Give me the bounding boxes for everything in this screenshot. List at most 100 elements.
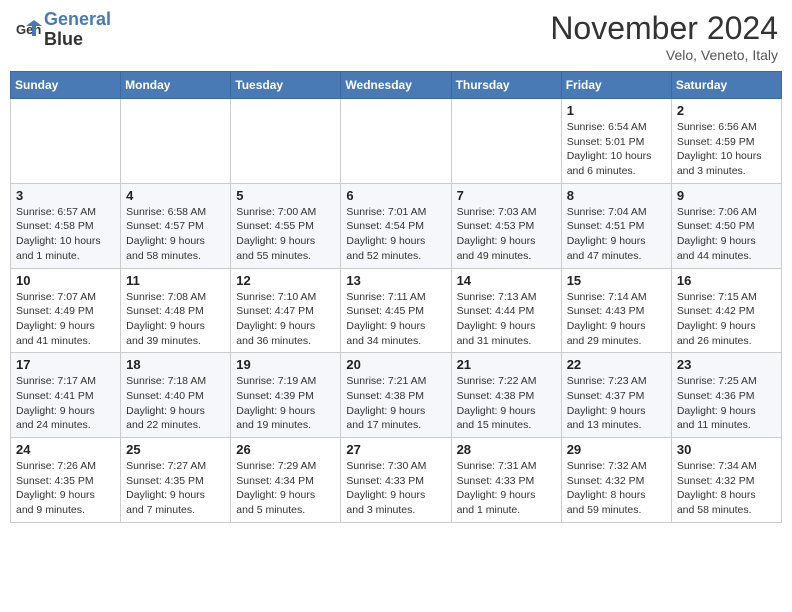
day-info: Sunrise: 7:19 AM Sunset: 4:39 PM Dayligh… (236, 374, 335, 433)
day-number: 13 (346, 273, 445, 288)
weekday-header-monday: Monday (121, 72, 231, 99)
day-number: 24 (16, 442, 115, 457)
calendar-cell: 8Sunrise: 7:04 AM Sunset: 4:51 PM Daylig… (561, 183, 671, 268)
day-number: 18 (126, 357, 225, 372)
calendar-week-5: 24 Sunrise: 7:26 AM Sunset: 4:35 PM Dayli… (11, 438, 782, 523)
day-number: 22 (567, 357, 666, 372)
day-info: Sunrise: 7:00 AM Sunset: 4:55 PM Dayligh… (236, 205, 335, 264)
day-info: Sunrise: 6:58 AM Sunset: 4:57 PM Dayligh… (126, 205, 225, 264)
calendar-cell: 21 Sunrise: 7:22 AM Sunset: 4:38 PM Dayli… (451, 353, 561, 438)
weekday-header-thursday: Thursday (451, 72, 561, 99)
day-info: Sunrise: 7:22 AM Sunset: 4:38 PM Dayligh… (457, 374, 556, 433)
calendar-cell: 26Sunrise: 7:29 AM Sunset: 4:34 PM Dayli… (231, 438, 341, 523)
weekday-header-sunday: Sunday (11, 72, 121, 99)
weekday-header-tuesday: Tuesday (231, 72, 341, 99)
calendar-cell (121, 99, 231, 184)
logo-text: GeneralBlue (44, 10, 111, 50)
calendar-cell: 7 Sunrise: 7:03 AM Sunset: 4:53 PM Daylig… (451, 183, 561, 268)
day-number: 12 (236, 273, 335, 288)
calendar-week-2: 3Sunrise: 6:57 AM Sunset: 4:58 PM Daylig… (11, 183, 782, 268)
calendar-header-row: SundayMondayTuesdayWednesdayThursdayFrid… (11, 72, 782, 99)
weekday-header-saturday: Saturday (671, 72, 781, 99)
calendar-cell: 24 Sunrise: 7:26 AM Sunset: 4:35 PM Dayli… (11, 438, 121, 523)
calendar-cell: 3Sunrise: 6:57 AM Sunset: 4:58 PM Daylig… (11, 183, 121, 268)
day-number: 1 (567, 103, 666, 118)
calendar-cell: 16 Sunrise: 7:15 AM Sunset: 4:42 PM Dayli… (671, 268, 781, 353)
day-info: Sunrise: 7:34 AM Sunset: 4:32 PM Dayligh… (677, 459, 776, 518)
day-number: 3 (16, 188, 115, 203)
day-number: 6 (346, 188, 445, 203)
day-info: Sunrise: 7:03 AM Sunset: 4:53 PM Dayligh… (457, 205, 556, 264)
calendar-cell: 11 Sunrise: 7:08 AM Sunset: 4:48 PM Dayli… (121, 268, 231, 353)
day-info: Sunrise: 7:04 AM Sunset: 4:51 PM Dayligh… (567, 205, 666, 264)
day-info: Sunrise: 6:54 AM Sunset: 5:01 PM Dayligh… (567, 120, 666, 179)
calendar-cell: 4 Sunrise: 6:58 AM Sunset: 4:57 PM Daylig… (121, 183, 231, 268)
calendar-cell: 18Sunrise: 7:18 AM Sunset: 4:40 PM Dayli… (121, 353, 231, 438)
location-subtitle: Velo, Veneto, Italy (550, 47, 778, 63)
month-title: November 2024 (550, 10, 778, 47)
day-info: Sunrise: 7:26 AM Sunset: 4:35 PM Dayligh… (16, 459, 115, 518)
weekday-header-friday: Friday (561, 72, 671, 99)
day-info: Sunrise: 7:07 AM Sunset: 4:49 PM Dayligh… (16, 290, 115, 349)
day-info: Sunrise: 7:21 AM Sunset: 4:38 PM Dayligh… (346, 374, 445, 433)
calendar-cell: 23 Sunrise: 7:25 AM Sunset: 4:36 PM Dayli… (671, 353, 781, 438)
day-number: 16 (677, 273, 776, 288)
calendar-table: SundayMondayTuesdayWednesdayThursdayFrid… (10, 71, 782, 523)
calendar-week-1: 1 Sunrise: 6:54 AM Sunset: 5:01 PM Daylig… (11, 99, 782, 184)
calendar-cell: 22 Sunrise: 7:23 AM Sunset: 4:37 PM Dayli… (561, 353, 671, 438)
calendar-cell: 2 Sunrise: 6:56 AM Sunset: 4:59 PM Daylig… (671, 99, 781, 184)
day-number: 25 (126, 442, 225, 457)
calendar-cell: 15 Sunrise: 7:14 AM Sunset: 4:43 PM Dayli… (561, 268, 671, 353)
day-number: 15 (567, 273, 666, 288)
title-block: November 2024 Velo, Veneto, Italy (550, 10, 778, 63)
day-info: Sunrise: 7:14 AM Sunset: 4:43 PM Dayligh… (567, 290, 666, 349)
day-info: Sunrise: 7:25 AM Sunset: 4:36 PM Dayligh… (677, 374, 776, 433)
day-number: 9 (677, 188, 776, 203)
day-info: Sunrise: 7:01 AM Sunset: 4:54 PM Dayligh… (346, 205, 445, 264)
day-number: 27 (346, 442, 445, 457)
calendar-cell: 1 Sunrise: 6:54 AM Sunset: 5:01 PM Daylig… (561, 99, 671, 184)
calendar-cell: 6 Sunrise: 7:01 AM Sunset: 4:54 PM Daylig… (341, 183, 451, 268)
day-info: Sunrise: 7:17 AM Sunset: 4:41 PM Dayligh… (16, 374, 115, 433)
day-number: 21 (457, 357, 556, 372)
day-info: Sunrise: 7:08 AM Sunset: 4:48 PM Dayligh… (126, 290, 225, 349)
day-info: Sunrise: 7:13 AM Sunset: 4:44 PM Dayligh… (457, 290, 556, 349)
calendar-cell: 28Sunrise: 7:31 AM Sunset: 4:33 PM Dayli… (451, 438, 561, 523)
calendar-week-4: 17 Sunrise: 7:17 AM Sunset: 4:41 PM Dayli… (11, 353, 782, 438)
day-info: Sunrise: 7:23 AM Sunset: 4:37 PM Dayligh… (567, 374, 666, 433)
day-number: 30 (677, 442, 776, 457)
calendar-cell: 25 Sunrise: 7:27 AM Sunset: 4:35 PM Dayli… (121, 438, 231, 523)
logo-icon: Gen (14, 16, 42, 44)
day-info: Sunrise: 7:30 AM Sunset: 4:33 PM Dayligh… (346, 459, 445, 518)
day-info: Sunrise: 7:11 AM Sunset: 4:45 PM Dayligh… (346, 290, 445, 349)
day-number: 7 (457, 188, 556, 203)
calendar-cell: 19 Sunrise: 7:19 AM Sunset: 4:39 PM Dayli… (231, 353, 341, 438)
calendar-cell: 12 Sunrise: 7:10 AM Sunset: 4:47 PM Dayli… (231, 268, 341, 353)
calendar-cell: 30 Sunrise: 7:34 AM Sunset: 4:32 PM Dayli… (671, 438, 781, 523)
day-number: 29 (567, 442, 666, 457)
calendar-cell: 13 Sunrise: 7:11 AM Sunset: 4:45 PM Dayli… (341, 268, 451, 353)
calendar-cell (341, 99, 451, 184)
day-number: 11 (126, 273, 225, 288)
day-info: Sunrise: 7:29 AM Sunset: 4:34 PM Dayligh… (236, 459, 335, 518)
page-header: Gen GeneralBlue November 2024 Velo, Vene… (10, 10, 782, 63)
day-number: 17 (16, 357, 115, 372)
day-number: 4 (126, 188, 225, 203)
calendar-cell: 29Sunrise: 7:32 AM Sunset: 4:32 PM Dayli… (561, 438, 671, 523)
day-number: 19 (236, 357, 335, 372)
day-info: Sunrise: 6:56 AM Sunset: 4:59 PM Dayligh… (677, 120, 776, 179)
day-info: Sunrise: 7:27 AM Sunset: 4:35 PM Dayligh… (126, 459, 225, 518)
day-info: Sunrise: 7:15 AM Sunset: 4:42 PM Dayligh… (677, 290, 776, 349)
calendar-cell: 14Sunrise: 7:13 AM Sunset: 4:44 PM Dayli… (451, 268, 561, 353)
calendar-cell: 27 Sunrise: 7:30 AM Sunset: 4:33 PM Dayli… (341, 438, 451, 523)
calendar-cell (451, 99, 561, 184)
calendar-cell (231, 99, 341, 184)
day-info: Sunrise: 7:10 AM Sunset: 4:47 PM Dayligh… (236, 290, 335, 349)
day-info: Sunrise: 7:31 AM Sunset: 4:33 PM Dayligh… (457, 459, 556, 518)
logo: Gen GeneralBlue (14, 10, 111, 50)
calendar-cell: 17 Sunrise: 7:17 AM Sunset: 4:41 PM Dayli… (11, 353, 121, 438)
day-number: 2 (677, 103, 776, 118)
day-info: Sunrise: 7:06 AM Sunset: 4:50 PM Dayligh… (677, 205, 776, 264)
day-number: 23 (677, 357, 776, 372)
day-number: 5 (236, 188, 335, 203)
